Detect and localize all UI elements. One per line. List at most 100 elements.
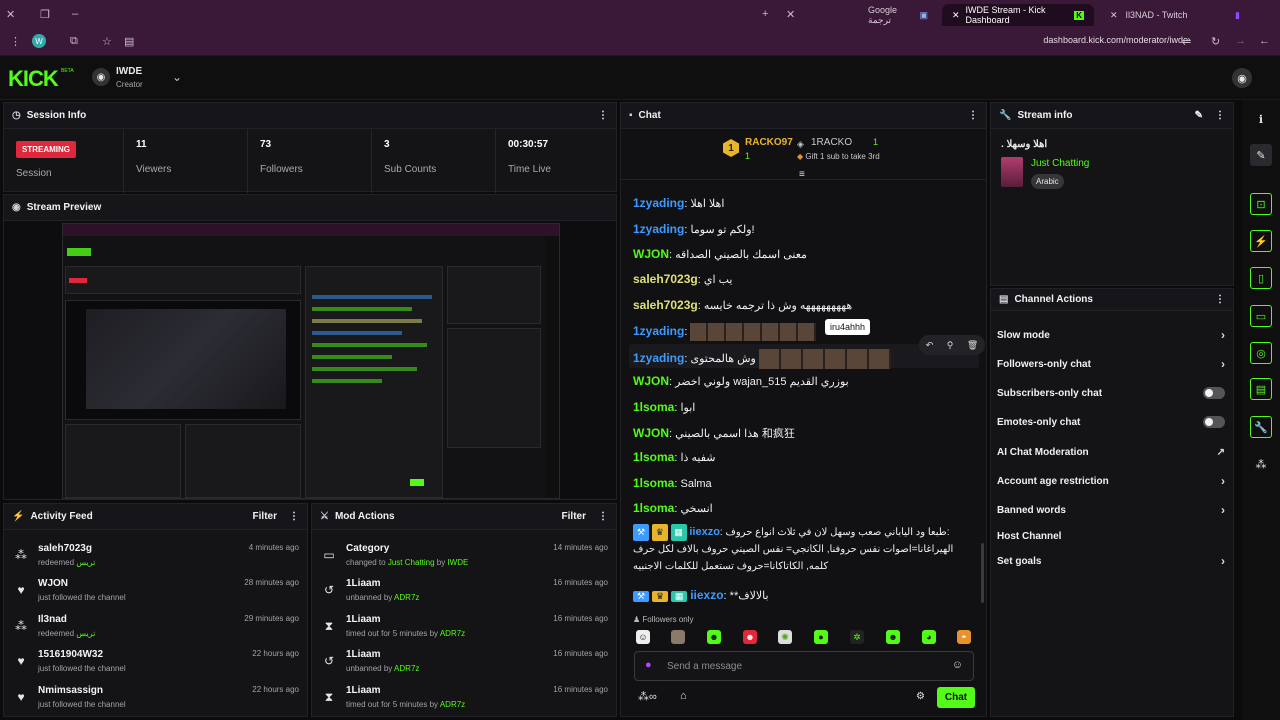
more-menu-icon[interactable]: ⋮ bbox=[598, 110, 608, 121]
close-icon[interactable]: ✕ bbox=[786, 8, 795, 21]
site-settings-icon[interactable]: ⇌ bbox=[1182, 35, 1191, 48]
leader-1-name[interactable]: RACKO97 bbox=[745, 137, 793, 148]
chat-username[interactable]: iiexzo bbox=[690, 588, 723, 602]
settings-gear-icon[interactable]: ⚙ bbox=[916, 691, 925, 702]
chat-scrollbar[interactable] bbox=[981, 543, 984, 603]
tab-twitch[interactable]: ✕ Il3NAD - Twitch ▮ bbox=[1100, 4, 1250, 26]
more-menu-icon[interactable]: ⋮ bbox=[968, 110, 978, 121]
mod-action-by[interactable]: IWDE bbox=[447, 558, 468, 567]
bookmark-star-icon[interactable]: ☆ bbox=[102, 35, 112, 48]
translate-page-icon[interactable]: ▤ bbox=[124, 35, 134, 48]
points-icon[interactable]: ⁂ bbox=[1250, 453, 1272, 475]
category-link[interactable]: Just Chatting bbox=[1031, 158, 1089, 169]
chat-username[interactable]: 1zyading bbox=[633, 222, 684, 236]
activity-user[interactable]: Il3nad bbox=[38, 614, 67, 625]
forward-icon[interactable]: → bbox=[1235, 35, 1246, 47]
mod-action-title[interactable]: 1Liaam bbox=[346, 685, 380, 696]
chat-username[interactable]: 1lsoma bbox=[633, 400, 674, 414]
chat-username[interactable]: saleh7023g bbox=[633, 298, 698, 312]
tab-kick-dashboard[interactable]: ✕ IWDE Stream - Kick Dashboard K bbox=[942, 4, 1094, 26]
close-icon[interactable]: ✕ bbox=[952, 10, 960, 21]
layout-icon[interactable]: ▤ bbox=[1250, 378, 1272, 400]
activity-user[interactable]: Nmimsassign bbox=[38, 685, 103, 696]
focus-icon[interactable]: ⊡ bbox=[1250, 193, 1272, 215]
slow-mode-row[interactable]: Slow mode › bbox=[997, 324, 1225, 346]
more-menu-icon[interactable]: ⋮ bbox=[598, 511, 608, 522]
minimize-icon[interactable]: – bbox=[72, 8, 78, 20]
mod-action-target[interactable]: ADR7z bbox=[440, 629, 465, 638]
mod-action-target[interactable]: ADR7z bbox=[394, 664, 419, 673]
chat-username[interactable]: WJON bbox=[633, 374, 669, 388]
chat-send-button[interactable]: Chat bbox=[937, 687, 975, 708]
chat-icon[interactable]: ▭ bbox=[1250, 305, 1272, 327]
emotes-only-toggle[interactable] bbox=[1203, 416, 1225, 428]
ai-moderation-row[interactable]: AI Chat Moderation ↗ bbox=[997, 441, 1225, 463]
emote-photo[interactable] bbox=[671, 630, 685, 644]
edit-icon[interactable]: ✎ bbox=[1250, 144, 1272, 166]
close-icon[interactable]: ✕ bbox=[6, 8, 15, 21]
tab-google-translate[interactable]: Google ترجمة ▣ bbox=[858, 4, 938, 26]
more-menu-icon[interactable]: ⋮ bbox=[289, 511, 299, 522]
filter-button[interactable]: Filter bbox=[562, 511, 586, 522]
stream-video-player[interactable] bbox=[62, 223, 560, 499]
mod-action-target[interactable]: ADR7z bbox=[394, 593, 419, 602]
extensions-icon[interactable]: ⧉ bbox=[70, 35, 78, 48]
banned-words-row[interactable]: Banned words › bbox=[997, 499, 1225, 521]
mod-action-title[interactable]: 1Liaam bbox=[346, 578, 380, 589]
chat-username[interactable]: WJON bbox=[633, 247, 669, 261]
chat-username[interactable]: WJON bbox=[633, 426, 669, 440]
reload-icon[interactable]: ↻ bbox=[1211, 35, 1220, 48]
emote-ball[interactable]: ✺ bbox=[778, 630, 792, 644]
menu-icon[interactable]: ⋮ bbox=[10, 35, 21, 48]
document-icon[interactable]: ▯ bbox=[1250, 267, 1272, 289]
activity-user[interactable]: saleh7023g bbox=[38, 543, 92, 554]
reply-icon[interactable]: ↶ bbox=[926, 340, 934, 351]
mod-action-target[interactable]: ADR7z bbox=[440, 700, 465, 709]
back-icon[interactable]: ← bbox=[1259, 35, 1270, 47]
more-menu-icon[interactable]: ⋮ bbox=[1215, 110, 1225, 121]
more-menu-icon[interactable]: ⋮ bbox=[1215, 294, 1225, 305]
info-icon[interactable]: ℹ bbox=[1250, 108, 1272, 130]
chat-username[interactable]: 1lsoma bbox=[633, 476, 674, 490]
gift-sub-prompt[interactable]: ◆ Gift 1 sub to take 3rd bbox=[797, 152, 880, 161]
leader-2-name[interactable]: 1RACKO bbox=[811, 137, 852, 148]
followers-only-row[interactable]: Followers-only chat › bbox=[997, 353, 1225, 375]
profile-avatar[interactable]: W bbox=[32, 34, 46, 48]
chat-username[interactable]: 1zyading bbox=[633, 324, 684, 338]
set-goals-row[interactable]: Set goals › bbox=[997, 550, 1225, 572]
account-age-row[interactable]: Account age restriction › bbox=[997, 470, 1225, 492]
emote-burger[interactable]: ◓ bbox=[957, 630, 971, 644]
user-avatar[interactable]: ◉ bbox=[1232, 68, 1252, 88]
restore-icon[interactable]: ❐ bbox=[40, 8, 50, 21]
microphone-icon[interactable]: ● bbox=[645, 659, 652, 671]
delete-icon[interactable]: 🗑 bbox=[967, 340, 978, 351]
wrench-icon[interactable]: 🔧 bbox=[1250, 416, 1272, 438]
emoji-icon[interactable]: ☺ bbox=[952, 659, 963, 671]
mod-action-title[interactable]: 1Liaam bbox=[346, 614, 380, 625]
url-text[interactable]: dashboard.kick.com/moderator/iwde bbox=[1043, 35, 1188, 45]
pin-icon[interactable]: ⚲ bbox=[947, 340, 954, 351]
kick-logo[interactable]: KICK bbox=[8, 66, 59, 92]
chat-username[interactable]: 1zyading bbox=[633, 196, 684, 210]
host-channel-row[interactable]: Host Channel bbox=[997, 525, 1225, 547]
broadcast-icon[interactable]: ◎ bbox=[1250, 342, 1272, 364]
chat-input-box[interactable]: ● Send a message ☺ bbox=[634, 651, 974, 681]
activity-user[interactable]: 15161904W32 bbox=[38, 649, 103, 660]
close-icon[interactable]: ✕ bbox=[1110, 10, 1118, 21]
emote-green-spin[interactable]: ✲ bbox=[850, 630, 864, 644]
activity-user[interactable]: WJON bbox=[38, 578, 68, 589]
emote-green-blob[interactable]: ● bbox=[814, 630, 828, 644]
category-thumbnail[interactable] bbox=[1001, 157, 1023, 187]
chat-username[interactable]: 1lsoma bbox=[633, 501, 674, 515]
chevron-down-icon[interactable]: ⌄ bbox=[172, 70, 182, 84]
emote-red[interactable]: ☻ bbox=[743, 630, 757, 644]
chat-username[interactable]: 1lsoma bbox=[633, 450, 674, 464]
emote-green-face[interactable]: ☻ bbox=[886, 630, 900, 644]
emote-ghost[interactable]: ☺ bbox=[636, 630, 650, 644]
chat-username[interactable]: iiexzo bbox=[689, 526, 720, 538]
new-tab-icon[interactable]: + bbox=[762, 8, 768, 20]
edit-pencil-icon[interactable]: ✎ bbox=[1195, 110, 1203, 121]
subscribers-only-toggle[interactable] bbox=[1203, 387, 1225, 399]
store-icon[interactable]: ⌂ bbox=[680, 690, 687, 702]
emote-kick-green[interactable]: ☻ bbox=[707, 630, 721, 644]
